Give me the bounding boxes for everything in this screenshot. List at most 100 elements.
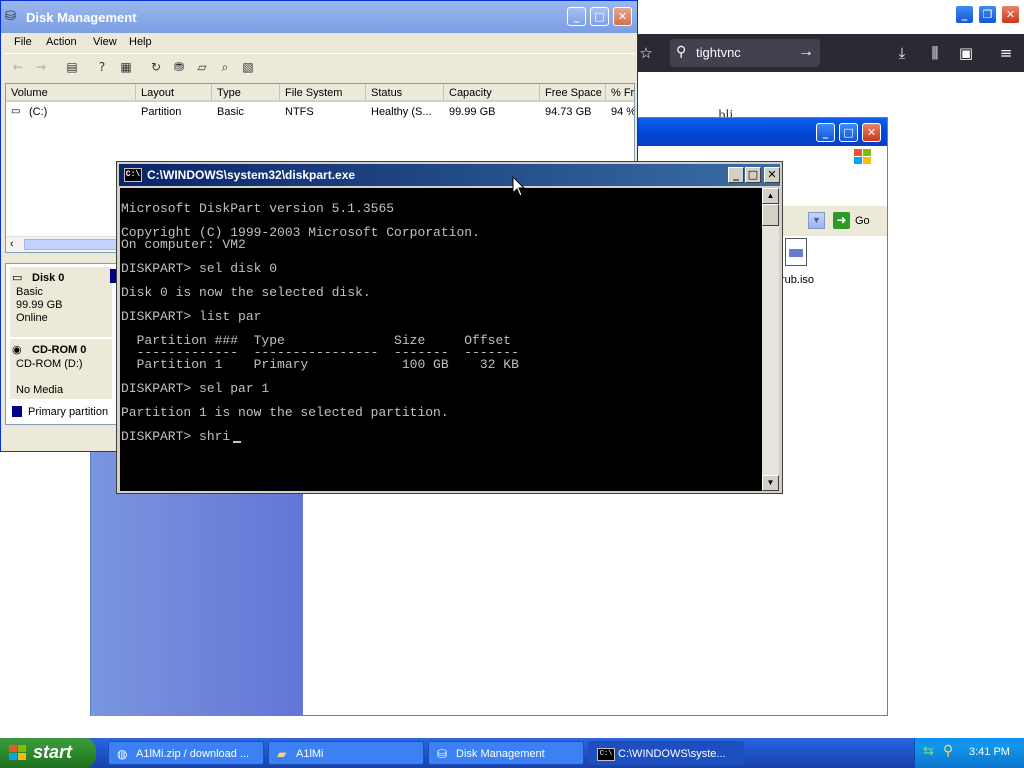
column-header-capacity[interactable]: Capacity <box>444 84 540 102</box>
disk-0-type: Basic <box>16 286 43 298</box>
show-hide-tree-icon[interactable]: ▤ <box>63 58 81 76</box>
console-line: Disk 0 is now the selected disk. <box>121 285 371 300</box>
column-header-file-system[interactable]: File System <box>280 84 366 102</box>
maximize-button[interactable]: □ <box>839 123 858 142</box>
cell-free-space: 94.73 GB <box>545 106 592 118</box>
refresh-icon[interactable]: ↻ <box>147 58 165 76</box>
cell-pct-free: 94 % <box>611 106 635 118</box>
cell-type: Basic <box>217 106 244 118</box>
minimize-button[interactable]: _ <box>816 123 835 142</box>
console-icon: C:\ <box>597 748 615 761</box>
console-line: On computer: VM2 <box>121 237 246 252</box>
console-scrollbar[interactable]: ▲ ▼ <box>762 188 779 491</box>
search-tray-icon[interactable]: ⚲ <box>943 743 953 759</box>
close-button[interactable]: ✕ <box>764 167 780 183</box>
console-line: DISKPART> shri <box>121 429 231 444</box>
file-item[interactable]: rub.iso <box>781 238 841 288</box>
console-line: DISKPART> list par <box>121 309 262 324</box>
taskbar-item-label: A1lMi.zip / download ... <box>136 748 250 760</box>
cdrom-0-name: CD-ROM 0 <box>32 344 87 356</box>
scrollbar-thumb[interactable] <box>24 239 124 250</box>
arrow-right-icon[interactable]: → <box>798 43 814 61</box>
mouse-cursor <box>512 175 526 201</box>
library-icon[interactable]: ⫼ <box>925 43 945 63</box>
column-header-status[interactable]: Status <box>366 84 444 102</box>
properties-icon[interactable]: ▦ <box>117 58 135 76</box>
go-button[interactable]: ➜ Go <box>833 211 877 231</box>
disk-0-name: Disk 0 <box>32 272 65 284</box>
console-window: C:\ C:\WINDOWS\system32\diskpart.exe _ □… <box>116 161 783 494</box>
taskbar-item-label: A1lMi <box>296 748 324 760</box>
maximize-button[interactable]: □ <box>590 7 609 26</box>
clock[interactable]: 3:41 PM <box>969 746 1010 758</box>
column-header-type[interactable]: Type <box>212 84 280 102</box>
scroll-down-icon[interactable]: ▼ <box>762 475 779 491</box>
close-button[interactable]: ✕ <box>1001 5 1020 24</box>
puzzle-icon[interactable]: ☆ <box>636 43 656 63</box>
scroll-left-icon[interactable]: ‹ <box>10 238 14 250</box>
forward-icon[interactable]: → <box>32 58 50 76</box>
close-button[interactable]: ✕ <box>613 7 632 26</box>
open-icon[interactable]: ▱ <box>193 58 211 76</box>
search-icon[interactable]: ⌕ <box>216 58 234 76</box>
column-header-layout[interactable]: Layout <box>136 84 212 102</box>
iso-file-icon <box>785 238 807 266</box>
rescan-icon[interactable]: ⛃ <box>170 58 188 76</box>
minimize-button[interactable]: _ <box>955 5 974 24</box>
cdrom-0-drive: CD-ROM (D:) <box>16 358 83 370</box>
console-line: DISKPART> sel par 1 <box>121 381 270 396</box>
column-header-free-space[interactable]: Free Space <box>540 84 606 102</box>
windows-logo-icon <box>8 744 28 767</box>
close-button[interactable]: ✕ <box>862 123 881 142</box>
cell-file-system: NTFS <box>285 106 314 118</box>
start-button[interactable]: start <box>0 738 96 768</box>
console-line: DISKPART> sel disk 0 <box>121 261 278 276</box>
restore-button[interactable]: ❐ <box>978 5 997 24</box>
search-icon: ⚲ <box>676 44 687 60</box>
search-value: tightvnc <box>696 45 741 60</box>
minimize-button[interactable]: _ <box>567 7 586 26</box>
firefox-icon: ◍ <box>117 747 128 761</box>
cell-volume: (C:) <box>29 106 48 118</box>
minimize-button[interactable]: _ <box>728 167 744 183</box>
taskbar-item-console[interactable]: C:\ C:\WINDOWS\syste... <box>588 741 744 765</box>
disk-0-size: 99.99 GB <box>16 299 63 311</box>
console-title: C:\WINDOWS\system32\diskpart.exe <box>147 168 356 182</box>
file-label: rub.iso <box>781 274 815 286</box>
disk-icon: ▭ <box>12 271 23 284</box>
scroll-up-icon[interactable]: ▲ <box>762 188 779 204</box>
maximize-button[interactable]: □ <box>745 167 761 183</box>
taskbar-item-label: Disk Management <box>456 748 545 760</box>
text-cursor <box>233 441 241 443</box>
system-tray: ⇆ ⚲ 3:41 PM <box>914 738 1024 768</box>
search-input[interactable]: ⚲ tightvnc → <box>670 39 820 67</box>
sidebar-icon[interactable]: ▣ <box>956 43 976 63</box>
menu-action[interactable]: Action <box>46 36 77 48</box>
window-title: Disk Management <box>26 10 137 25</box>
download-icon[interactable]: ⤓ <box>892 43 912 63</box>
taskbar-item-download[interactable]: ◍ A1lMi.zip / download ... <box>108 741 264 765</box>
cdrom-0-box[interactable]: ◉ CD-ROM 0 CD-ROM (D:) No Media <box>10 339 112 399</box>
column-header-volume[interactable]: Volume <box>6 84 136 102</box>
taskbar-item-disk-management[interactable]: ⛁ Disk Management <box>428 741 584 765</box>
cell-layout: Partition <box>141 106 182 118</box>
disk-management-icon: ⛁ <box>437 747 448 761</box>
column-header-pct-free[interactable]: % Fr <box>606 84 634 102</box>
firefox-titlebar: _ ❐ ✕ <box>638 0 1024 34</box>
network-icon[interactable]: ⇆ <box>923 744 934 759</box>
menu-icon[interactable]: ≡ <box>996 43 1016 63</box>
scrollbar-thumb[interactable] <box>762 204 779 226</box>
menu-view[interactable]: View <box>93 36 117 48</box>
cell-status: Healthy (S... <box>371 106 432 118</box>
console-output[interactable]: Microsoft DiskPart version 5.1.3565 Copy… <box>120 188 762 491</box>
taskbar-item-folder[interactable]: ▰ A1lMi <box>268 741 424 765</box>
folder-icon: ▰ <box>277 747 287 761</box>
back-icon[interactable]: ← <box>9 58 27 76</box>
menu-help[interactable]: Help <box>129 36 152 48</box>
menu-file[interactable]: File <box>14 36 32 48</box>
address-dropdown-button[interactable]: ▼ <box>808 212 825 229</box>
console-line: Microsoft DiskPart version 5.1.3565 <box>121 201 395 216</box>
help-topics-icon[interactable]: ? <box>93 58 111 76</box>
disk-0-box[interactable]: ▭ Disk 0 Basic 99.99 GB Online <box>10 267 112 337</box>
export-icon[interactable]: ▧ <box>239 58 257 76</box>
